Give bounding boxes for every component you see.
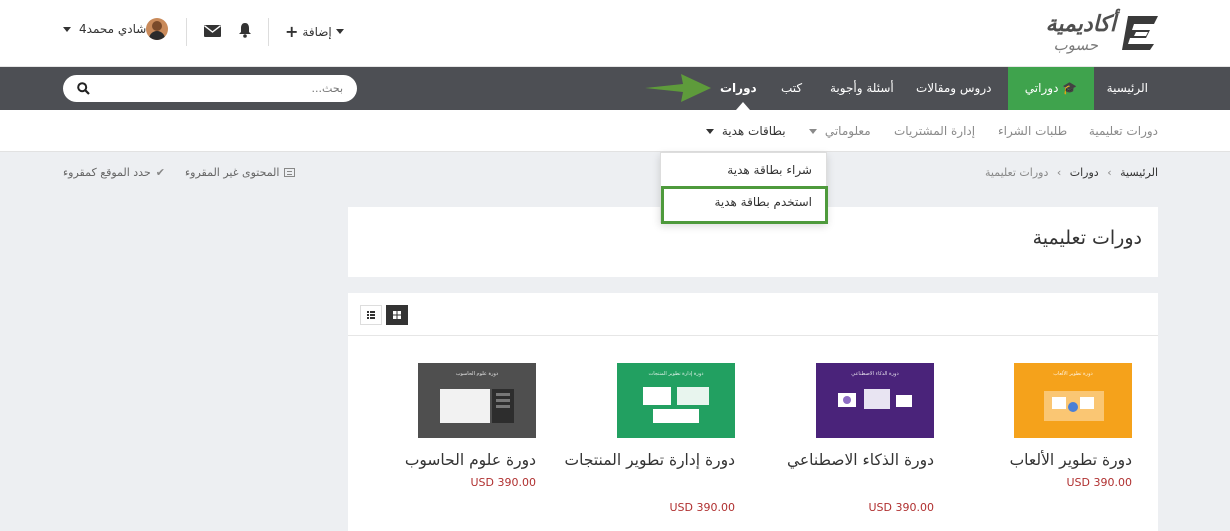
course-title[interactable]: دورة إدارة تطوير المنتجات	[555, 448, 735, 473]
unread-content-label: المحتوى غير المقروء	[184, 166, 280, 179]
list-view-button[interactable]	[360, 305, 382, 325]
subnav-courses[interactable]: دورات تعليمية	[1089, 110, 1158, 152]
nav-qa-label: أسئلة وأجوبة	[830, 81, 894, 95]
unread-content-link[interactable]: المحتوى غير المقروء	[185, 166, 296, 179]
read-tools: حدد الموقع كمقروء ✔ المحتوى غير المقروء	[63, 166, 296, 179]
course-thumbnail[interactable]: دورة الذكاء الاصطناعي	[816, 363, 934, 438]
nav-qa[interactable]: أسئلة وأجوبة	[820, 67, 904, 110]
courses-panel: دورة تطوير الألعاب دورة تطوير الألعاب US…	[348, 293, 1158, 531]
subnav-purchases-label: إدارة المشتريات	[894, 124, 976, 138]
nav-books-label: كتب	[781, 81, 803, 95]
mark-read-link[interactable]: حدد الموقع كمقروء ✔	[63, 166, 165, 179]
subnav-my-info-label: معلوماتي	[824, 124, 871, 138]
user-name: شادي محمد4	[79, 22, 147, 36]
course-price: USD 390.00	[470, 476, 537, 489]
course-thumbnail[interactable]: دورة تطوير الألعاب	[1014, 363, 1132, 438]
chevron-left-icon: ›	[1056, 166, 1062, 179]
search-input[interactable]	[113, 80, 343, 97]
logo-mark-icon	[1122, 16, 1158, 50]
logo-subtext: حسوب	[1053, 36, 1098, 54]
course-title[interactable]: دورة تطوير الألعاب	[952, 448, 1132, 473]
breadcrumb-section[interactable]: دورات	[1070, 166, 1099, 179]
search-box	[63, 75, 357, 102]
course-title[interactable]: دورة علوم الحاسوب	[356, 448, 536, 473]
arrow-annotation-icon	[645, 74, 711, 102]
nav-articles-label: دروس ومقالات	[916, 81, 992, 95]
thumbnail-caption: دورة إدارة تطوير المنتجات	[648, 371, 704, 377]
grid-view-button[interactable]	[386, 305, 408, 325]
divider	[186, 18, 187, 46]
notifications-button[interactable]	[238, 22, 252, 41]
page-title: دورات تعليمية	[1032, 227, 1142, 249]
nav-articles[interactable]: دروس ومقالات	[906, 67, 1002, 110]
buy-gift-card-item[interactable]: شراء بطاقة هدية	[727, 163, 812, 177]
chevron-down-icon	[706, 129, 714, 134]
chevron-down-icon	[809, 129, 817, 134]
nav-courses-label: دورات	[720, 81, 757, 95]
divider	[348, 335, 1158, 336]
nav-my-courses-label: دوراتي	[1024, 81, 1059, 95]
chevron-down-icon	[335, 29, 344, 34]
nav-books[interactable]: كتب	[771, 67, 812, 110]
nav-home-label: الرئيسية	[1106, 81, 1148, 95]
subnav-orders[interactable]: طلبات الشراء	[998, 110, 1067, 152]
nav-my-courses[interactable]: 🎓 دوراتي	[1008, 67, 1094, 110]
nav-home[interactable]: الرئيسية	[1097, 67, 1158, 110]
graduation-cap-icon: 🎓	[1062, 81, 1078, 95]
subnav-courses-label: دورات تعليمية	[1088, 124, 1158, 138]
redeem-gift-card-item[interactable]: استخدم بطاقة هدية	[714, 195, 812, 209]
chevron-down-icon	[63, 26, 71, 32]
logo-text: أكاديمية	[1045, 12, 1116, 37]
grid-icon	[393, 311, 401, 319]
gift-cards-dropdown: شراء بطاقة هدية استخدم بطاقة هدية	[660, 152, 828, 224]
thumbnail-caption: دورة تطوير الألعاب	[1053, 371, 1093, 377]
search-icon[interactable]	[77, 82, 90, 95]
thumbnail-caption: دورة علوم الحاسوب	[455, 371, 499, 377]
course-price: USD 390.00	[669, 501, 736, 514]
subnav-my-info[interactable]: معلوماتي	[809, 110, 871, 152]
divider	[268, 18, 269, 46]
subnav-orders-label: طلبات الشراء	[998, 124, 1068, 138]
course-title[interactable]: دورة الذكاء الاصطناعي	[754, 448, 934, 473]
breadcrumb: الرئيسية › دورات › دورات تعليمية	[985, 166, 1158, 179]
plus-icon: +	[285, 22, 299, 41]
user-menu[interactable]: شادي محمد4	[63, 22, 146, 36]
course-thumbnail[interactable]: دورة إدارة تطوير المنتجات	[617, 363, 735, 438]
subnav-gift-cards-label: بطاقات هدية	[721, 124, 786, 138]
subnav-purchases[interactable]: إدارة المشتريات	[894, 110, 975, 152]
add-menu-label: إضافة	[302, 24, 332, 39]
course-price: USD 390.00	[868, 501, 935, 514]
site-logo[interactable]: أكاديمية حسوب	[1008, 10, 1160, 56]
bell-icon	[239, 23, 251, 38]
course-price: USD 390.00	[1066, 476, 1133, 489]
chevron-left-icon: ›	[1107, 166, 1112, 179]
breadcrumb-current[interactable]: دورات تعليمية	[985, 166, 1048, 179]
check-icon: ✔	[155, 166, 165, 179]
mark-read-label: حدد الموقع كمقروء	[63, 166, 151, 179]
thumbnail-caption: دورة الذكاء الاصطناعي	[851, 371, 899, 377]
list-icon	[367, 311, 375, 319]
avatar[interactable]	[146, 18, 168, 40]
add-menu[interactable]: + إضافة	[285, 22, 348, 41]
top-header: أكاديمية حسوب + إضافة شادي محمد4	[0, 0, 1230, 67]
breadcrumb-home[interactable]: الرئيسية	[1120, 166, 1158, 179]
messages-button[interactable]	[204, 25, 221, 40]
sub-nav: دورات تعليمية طلبات الشراء إدارة المشتري…	[0, 110, 1230, 152]
active-nav-indicator	[736, 102, 750, 110]
course-thumbnail[interactable]: دورة علوم الحاسوب	[418, 363, 536, 438]
view-toggle	[360, 305, 408, 325]
envelope-icon	[204, 25, 221, 37]
subnav-gift-cards[interactable]: بطاقات هدية	[706, 110, 786, 152]
newspaper-icon	[284, 168, 296, 177]
